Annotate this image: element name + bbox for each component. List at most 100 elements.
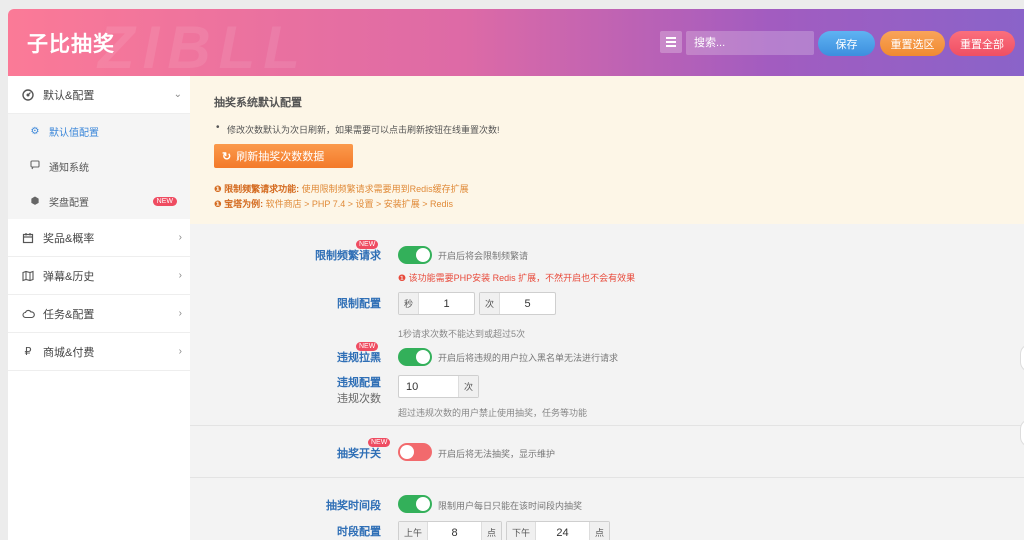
header-watermark: ZIBLL xyxy=(98,14,308,76)
count-input[interactable]: 5 xyxy=(500,293,555,314)
lottery-switch-toggle[interactable] xyxy=(398,443,432,461)
seconds-input-group: 秒 1 xyxy=(398,292,475,315)
sidebar-subitem-wheel-config[interactable]: ⬢ 奖盘配置 NEW xyxy=(8,184,190,219)
top-header: ZIBLL 子比抽奖 保存 重置选区 重置全部 xyxy=(8,9,1024,76)
notice-tips: ❶ 限制频繁请求功能: 使用限制频繁请求需要用到Redis缓存扩展 ❶ 宝塔为例… xyxy=(214,180,469,210)
sidebar-subitem-label: 默认值配置 xyxy=(49,128,99,139)
sidebar-subitem-default-values[interactable]: ⚙ 默认值配置 xyxy=(8,114,190,149)
gift-icon xyxy=(21,231,35,245)
limit-freq-desc: 开启后将会限制频繁请 xyxy=(438,251,529,261)
violation-count-sublabel: 违规次数 xyxy=(337,393,381,405)
tip-redis: ❶ 限制频繁请求功能: 使用限制频繁请求需要用到Redis缓存扩展 xyxy=(214,182,469,195)
tip-text: 软件商店 > PHP 7.4 > 设置 > 安装扩展 > Redis xyxy=(265,199,454,209)
limit-freq-label: 限制频繁请求 xyxy=(315,250,381,262)
notice-item: 修改次数默认为次日刷新，如果需要可以点击刷新按钮在线重置次数! xyxy=(214,122,1000,136)
sidebar-item-tasks[interactable]: 任务&配置 › xyxy=(8,295,190,333)
info-icon: ❶ xyxy=(398,273,407,283)
period-config-label: 时段配置 xyxy=(337,526,381,538)
main-content: 抽奖系统默认配置 修改次数默认为次日刷新，如果需要可以点击刷新按钮在线重置次数!… xyxy=(190,76,1024,540)
cube-icon: ⬢ xyxy=(30,196,40,207)
blacklist-toggle[interactable] xyxy=(398,348,432,366)
map-icon xyxy=(21,269,35,283)
sidebar-subitem-notifications[interactable]: 通知系统 xyxy=(8,149,190,184)
count-unit: 次 xyxy=(480,293,501,314)
sidebar-subitem-label: 通知系统 xyxy=(49,163,89,174)
time-period-section: 抽奖时间段 限制用户每日只能在该时间段内抽奖 时段配置 上午 8 点 下午 24… xyxy=(190,478,1024,540)
notice-panel: 抽奖系统默认配置 修改次数默认为次日刷新，如果需要可以点击刷新按钮在线重置次数!… xyxy=(190,76,1024,224)
chevron-right-icon: › xyxy=(178,346,182,357)
ruble-icon: ₽ xyxy=(24,346,32,358)
time-period-toggle[interactable] xyxy=(398,495,432,513)
sidebar-item-label: 默认&配置 xyxy=(43,89,95,102)
chevron-right-icon: › xyxy=(178,232,182,243)
sidebar-item-label: 任务&配置 xyxy=(43,308,95,321)
limit-config-label: 限制配置 xyxy=(337,298,381,310)
new-badge: NEW xyxy=(152,197,177,206)
sidebar-item-danmaku[interactable]: 弹幕&历史 › xyxy=(8,257,190,295)
sidebar-item-label: 奖品&概率 xyxy=(43,232,95,245)
info-icon: ❶ xyxy=(214,184,222,194)
refresh-counts-button[interactable]: ↻ 刷新抽奖次数数据 xyxy=(214,144,353,168)
violation-count-input[interactable]: 10 xyxy=(399,376,458,397)
lottery-switch-label: 抽奖开关 xyxy=(337,448,381,460)
pm-label: 下午 xyxy=(507,522,537,540)
tip-baota: ❶ 宝塔为例: 软件商店 > PHP 7.4 > 设置 > 安装扩展 > Red… xyxy=(214,197,469,210)
pm-hour-input[interactable]: 24 xyxy=(536,522,589,540)
time-period-label: 抽奖时间段 xyxy=(326,500,381,512)
lottery-switch-desc: 开启后将无法抽奖，显示维护 xyxy=(438,449,556,459)
gear-icon: ⚙ xyxy=(30,126,40,137)
search-input[interactable] xyxy=(686,31,814,55)
reset-section-button[interactable]: 重置选区 xyxy=(880,31,945,56)
blacklist-desc: 开启后将违规的用户拉入黑名单无法进行请求 xyxy=(438,353,619,363)
am-input-group: 上午 8 点 xyxy=(398,521,502,540)
tip-label: 限制频繁请求功能: xyxy=(224,184,300,194)
lottery-switch-section: 抽奖开关 NEW 开启后将无法抽奖，显示维护 xyxy=(190,426,1024,478)
violation-hint: 超过违规次数的用户禁止使用抽奖，任务等功能 xyxy=(398,408,588,418)
sidebar-item-prizes[interactable]: 奖品&概率 › xyxy=(8,219,190,257)
count-input-group: 次 5 xyxy=(479,292,556,315)
limit-config-hint: 1秒请求次数不能达到或超过5次 xyxy=(398,329,526,339)
save-button[interactable]: 保存 xyxy=(818,31,875,56)
am-hour-input[interactable]: 8 xyxy=(428,522,481,540)
blacklist-label: 违规拉黑 xyxy=(337,352,381,364)
sidebar-item-defaults[interactable]: 默认&配置 ⌄ xyxy=(8,76,190,114)
cloud-icon xyxy=(21,307,35,321)
refresh-button-label: 刷新抽奖次数数据 xyxy=(236,151,325,163)
brand-title: 子比抽奖 xyxy=(27,33,115,56)
reset-all-button[interactable]: 重置全部 xyxy=(949,31,1015,56)
sidebar: 默认&配置 ⌄ ⚙ 默认值配置 通知系统 ⬢ 奖盘配置 NEW 奖品&概率 › xyxy=(8,76,190,540)
refresh-icon: ↻ xyxy=(222,150,232,163)
app-window: ZIBLL 子比抽奖 保存 重置选区 重置全部 默认&配置 ⌄ ⚙ 默认值配置 … xyxy=(8,9,1024,540)
chevron-right-icon: › xyxy=(178,308,182,319)
list-menu-icon[interactable] xyxy=(660,31,682,53)
pm-input-group: 下午 24 点 xyxy=(506,521,610,540)
tip-text: 使用限制频繁请求需要用到Redis缓存扩展 xyxy=(301,184,469,194)
seconds-unit: 秒 xyxy=(399,293,420,314)
dashboard-icon xyxy=(21,88,35,102)
chevron-right-icon: › xyxy=(178,270,182,281)
violation-input-group: 10 次 xyxy=(398,375,479,398)
seconds-input[interactable]: 1 xyxy=(419,293,474,314)
redis-warning-text: 该功能需要PHP安装 Redis 扩展，不然开启也不会有效果 xyxy=(408,273,636,283)
violation-config-label: 违规配置 xyxy=(337,377,381,389)
sidebar-item-label: 商城&付费 xyxy=(43,346,95,359)
redis-warning: ❶ 该功能需要PHP安装 Redis 扩展，不然开启也不会有效果 xyxy=(398,271,635,284)
violation-unit: 次 xyxy=(457,376,478,397)
am-unit: 点 xyxy=(480,522,501,540)
new-badge: NEW xyxy=(356,240,379,249)
request-limit-section: 限制频繁请求 NEW 开启后将会限制频繁请 ❶ 该功能需要PHP安装 Redis… xyxy=(190,224,1024,426)
info-icon: ❶ xyxy=(214,199,222,209)
new-badge: NEW xyxy=(368,438,391,447)
new-badge: NEW xyxy=(356,342,379,351)
pm-unit: 点 xyxy=(588,522,609,540)
time-period-desc: 限制用户每日只能在该时间段内抽奖 xyxy=(438,501,583,511)
sidebar-item-shop[interactable]: ₽ 商城&付费 › xyxy=(8,333,190,371)
am-label: 上午 xyxy=(399,522,429,540)
message-icon xyxy=(29,160,41,173)
sidebar-item-label: 弹幕&历史 xyxy=(43,270,95,283)
limit-freq-toggle[interactable] xyxy=(398,246,432,264)
chevron-down-icon: ⌄ xyxy=(173,89,182,100)
notice-title: 抽奖系统默认配置 xyxy=(214,97,302,109)
tip-label: 宝塔为例: xyxy=(224,199,264,209)
sidebar-subitem-label: 奖盘配置 xyxy=(49,198,89,209)
